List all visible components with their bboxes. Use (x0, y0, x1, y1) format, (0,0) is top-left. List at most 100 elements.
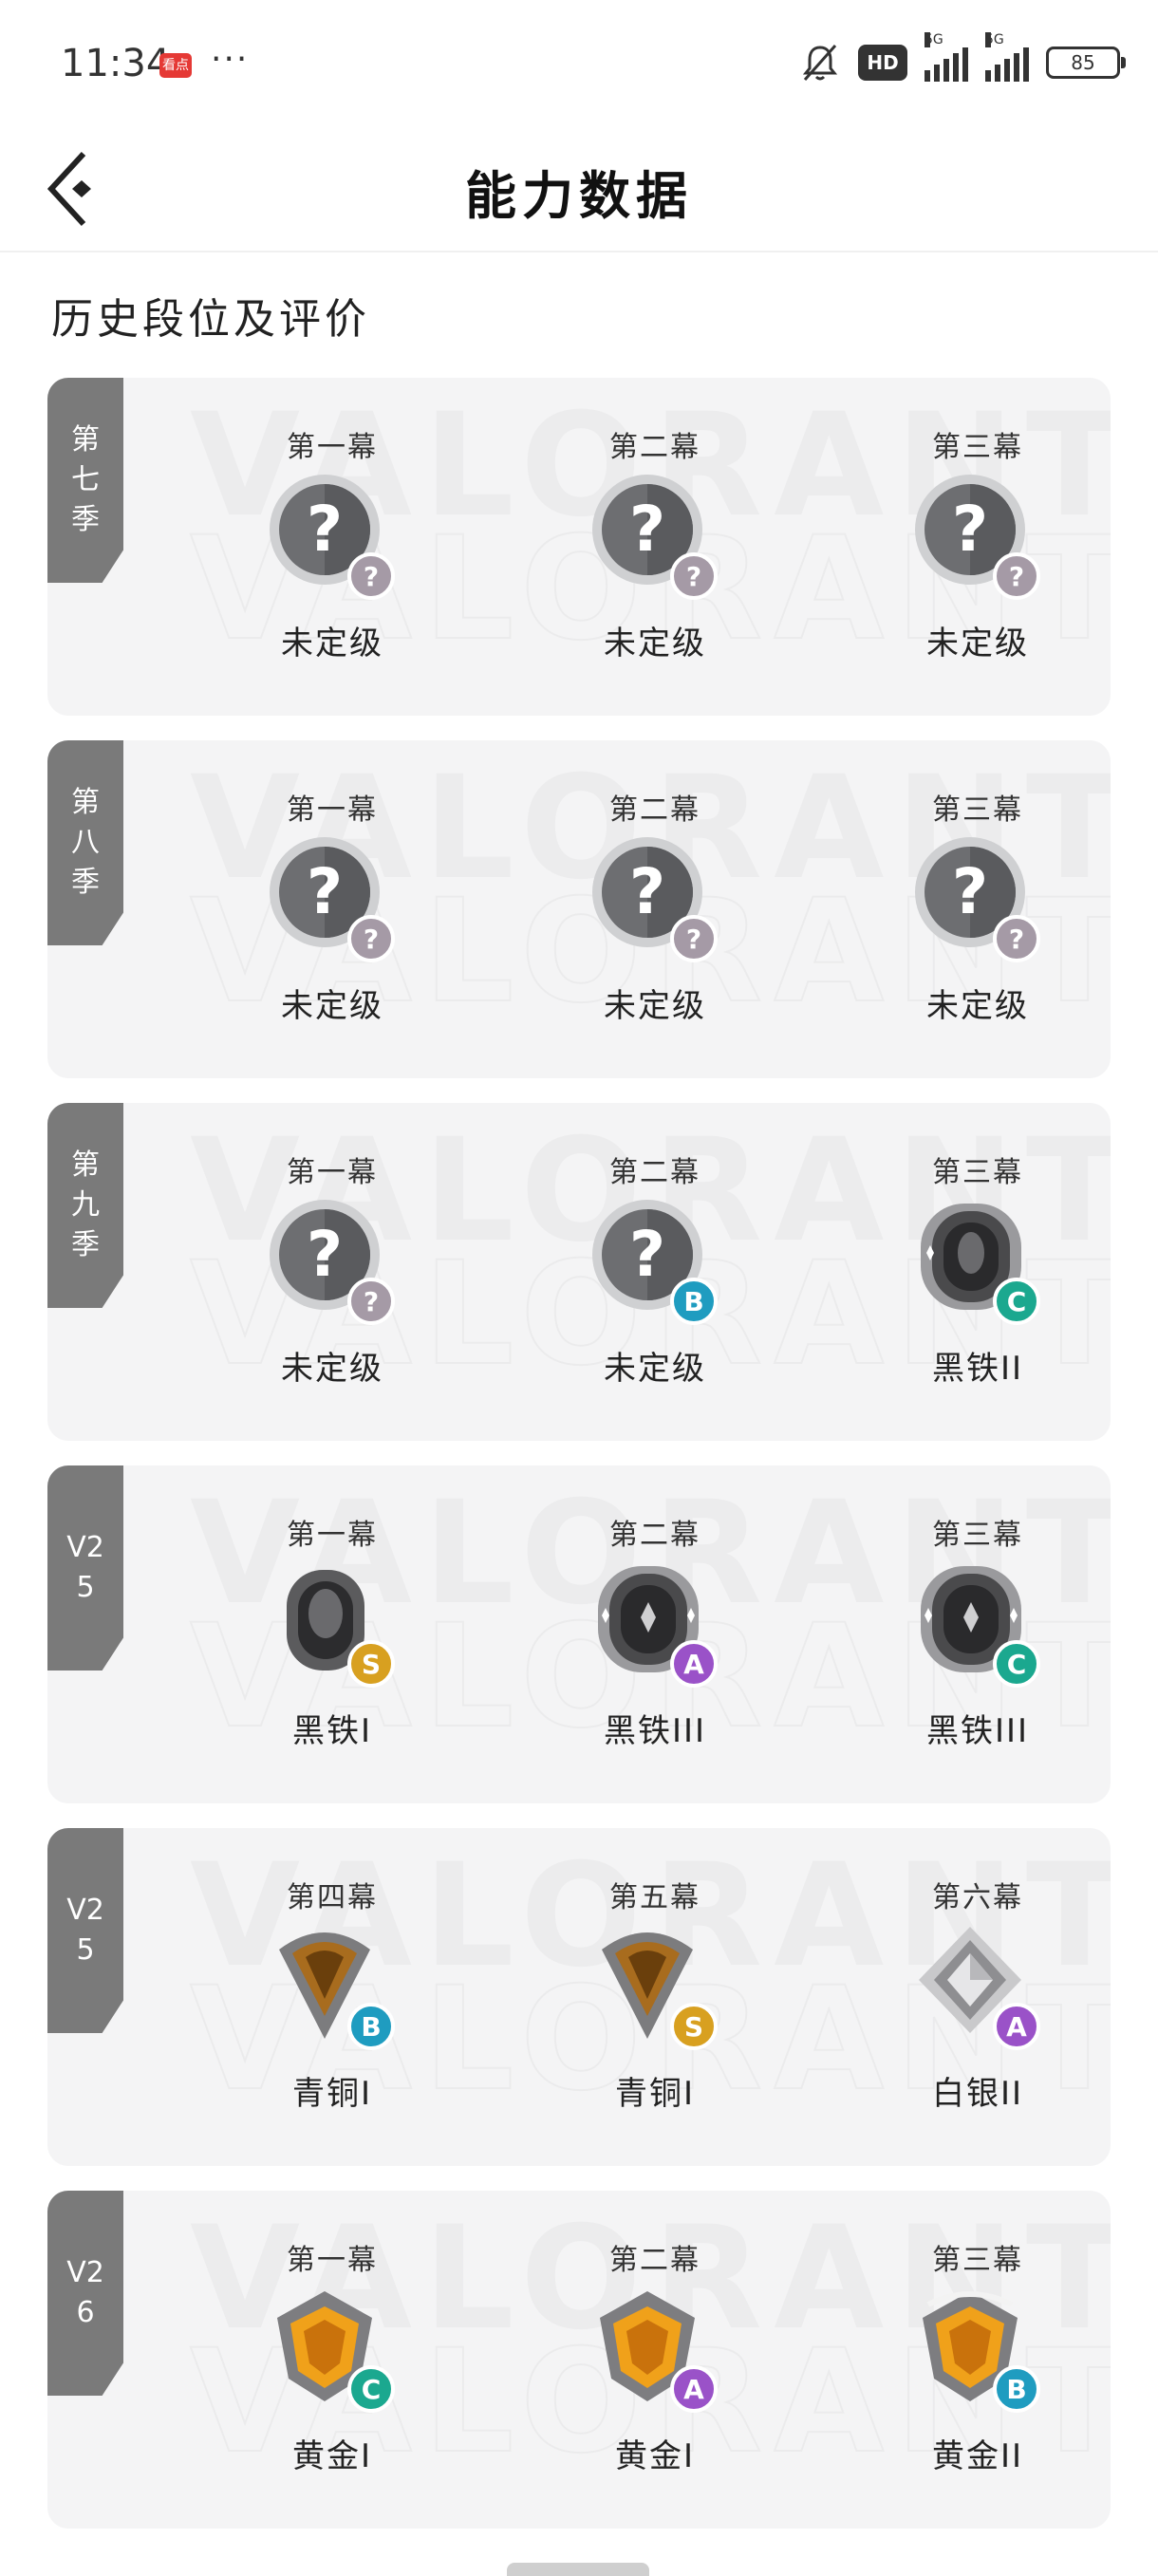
iron-rank-icon: A (588, 1559, 721, 1691)
status-indicators: HD 5G 5G 85 (799, 32, 1126, 84)
hd-voice-icon: HD (858, 45, 907, 81)
grade-badge: A (670, 2365, 718, 2413)
page-title: 能力数据 (465, 166, 693, 226)
act-item[interactable]: 第六幕 A 白银II (816, 1874, 1111, 2114)
unranked-rank-icon: ?? (911, 471, 1044, 604)
season-label: 第九季 (47, 1103, 123, 1308)
grade-badge: ? (993, 552, 1040, 600)
season-label: V26 (47, 2191, 123, 2396)
rank-name: 未定级 (604, 1350, 706, 1388)
act-item[interactable]: 第五幕 S 青铜I (494, 1874, 816, 2114)
iron-rank-icon: S (266, 1559, 399, 1691)
unranked-rank-icon: ?? (266, 833, 399, 966)
season-list: VALORANT VALORANT 第七季 第一幕?? 未定级 第二幕?? 未定级 第三幕??… (47, 378, 1111, 2553)
season-label-text: 第八季 (71, 786, 100, 899)
unranked-rank-icon: ?? (588, 833, 721, 966)
unranked-rank-icon: ? B (588, 1196, 721, 1329)
act-item[interactable]: 第二幕?? 未定级 (494, 786, 816, 1026)
act-label: 第三幕 (932, 1156, 1023, 1189)
svg-text:?: ? (307, 1218, 343, 1291)
act-item[interactable]: 第四幕 B 青铜I (171, 1874, 494, 2114)
grade-badge: ? (347, 552, 395, 600)
act-item[interactable]: 第一幕?? 未定级 (171, 1148, 494, 1389)
act-label: 第一幕 (287, 1519, 378, 1552)
act-item[interactable]: 第三幕 C 黑铁II (816, 1148, 1111, 1389)
rank-name: 青铜I (291, 2075, 373, 2113)
gold-rank-icon: C (266, 2284, 399, 2417)
act-item[interactable]: 第二幕 A 黄金I (494, 2236, 816, 2476)
season-label-text: V25 (66, 1894, 104, 1967)
season-label-text: 第七季 (71, 423, 100, 536)
grade-badge: ? (670, 915, 718, 962)
rank-name: 未定级 (926, 987, 1029, 1025)
rank-name: 青铜I (614, 2075, 696, 2113)
grade-badge: A (670, 1640, 718, 1688)
bronze-rank-icon: B (266, 1921, 399, 2054)
network-type-label-2: 5G (985, 32, 1004, 47)
act-row: 第四幕 B 青铜I 第五幕 S 青铜I 第六幕 A 白银II (171, 1874, 1111, 2114)
iron-rank-icon: C (911, 1559, 1044, 1691)
grade-badge: A (993, 2003, 1040, 2050)
act-row: 第一幕?? 未定级 第二幕?? 未定级 第三幕?? 未定级 (171, 786, 1111, 1026)
rank-name: 未定级 (926, 625, 1029, 663)
rank-name: 未定级 (281, 1350, 383, 1388)
season-label: V25 (47, 1465, 123, 1671)
season-label-text: 第九季 (71, 1148, 100, 1261)
act-label: 第二幕 (609, 1156, 700, 1189)
more-notifications-icon: ··· (211, 40, 250, 79)
season-label: 第七季 (47, 378, 123, 583)
svg-text:?: ? (952, 493, 988, 566)
act-item[interactable]: 第三幕 B 黄金II (816, 2236, 1111, 2476)
grade-badge: C (993, 1640, 1040, 1688)
act-item[interactable]: 第一幕?? 未定级 (171, 786, 494, 1026)
act-item[interactable]: 第二幕 ? B 未定级 (494, 1148, 816, 1389)
season-card: VALORANT VALORANT 第八季 第一幕?? 未定级 第二幕?? 未定级 第三幕??… (47, 740, 1111, 1078)
rank-name: 黑铁I (291, 1712, 373, 1750)
app-header: 能力数据 (0, 133, 1158, 252)
rank-name: 黑铁II (931, 1350, 1024, 1388)
act-label: 第一幕 (287, 1156, 378, 1189)
act-label: 第二幕 (609, 1519, 700, 1552)
rank-name: 黄金I (614, 2437, 696, 2475)
svg-text:?: ? (629, 855, 665, 928)
act-item[interactable]: 第二幕 A 黑铁III (494, 1511, 816, 1751)
status-bar: 11:34 看点 ··· HD 5G 5G 85 (0, 0, 1158, 133)
act-item[interactable]: 第一幕?? 未定级 (171, 423, 494, 663)
unranked-rank-icon: ?? (266, 1196, 399, 1329)
act-item[interactable]: 第一幕 S 黑铁I (171, 1511, 494, 1751)
rank-name: 未定级 (604, 987, 706, 1025)
network-type-label: 5G (925, 32, 943, 47)
grade-badge: C (993, 1278, 1040, 1325)
signal-strength-icon-2: 5G (985, 32, 1029, 82)
rank-name: 黑铁III (925, 1712, 1030, 1750)
act-label: 第三幕 (932, 2244, 1023, 2277)
grade-badge: S (670, 2003, 718, 2050)
act-item[interactable]: 第三幕 C 黑铁III (816, 1511, 1111, 1751)
act-item[interactable]: 第三幕?? 未定级 (816, 786, 1111, 1026)
rank-name: 黄金II (931, 2437, 1024, 2475)
act-label: 第四幕 (287, 1881, 378, 1914)
silver-rank-icon: A (911, 1921, 1044, 2054)
grade-badge: ? (347, 915, 395, 962)
season-label-text: V26 (66, 2256, 104, 2329)
act-label: 第三幕 (932, 431, 1023, 464)
svg-text:?: ? (952, 855, 988, 928)
rank-name: 白银II (931, 2075, 1024, 2113)
season-label: 第八季 (47, 740, 123, 945)
svg-text:?: ? (629, 493, 665, 566)
rank-name: 未定级 (281, 625, 383, 663)
act-item[interactable]: 第三幕?? 未定级 (816, 423, 1111, 663)
rank-name: 未定级 (281, 987, 383, 1025)
act-label: 第二幕 (609, 431, 700, 464)
bronze-rank-icon: S (588, 1921, 721, 2054)
battery-icon: 85 (1046, 47, 1126, 79)
season-label-text: V25 (66, 1531, 104, 1604)
act-label: 第三幕 (932, 793, 1023, 827)
signal-strength-icon: 5G (925, 32, 968, 82)
act-item[interactable]: 第一幕 C 黄金I (171, 2236, 494, 2476)
act-label: 第五幕 (609, 1881, 700, 1914)
act-label: 第二幕 (609, 793, 700, 827)
unranked-rank-icon: ?? (266, 471, 399, 604)
act-item[interactable]: 第二幕?? 未定级 (494, 423, 816, 663)
act-label: 第二幕 (609, 2244, 700, 2277)
